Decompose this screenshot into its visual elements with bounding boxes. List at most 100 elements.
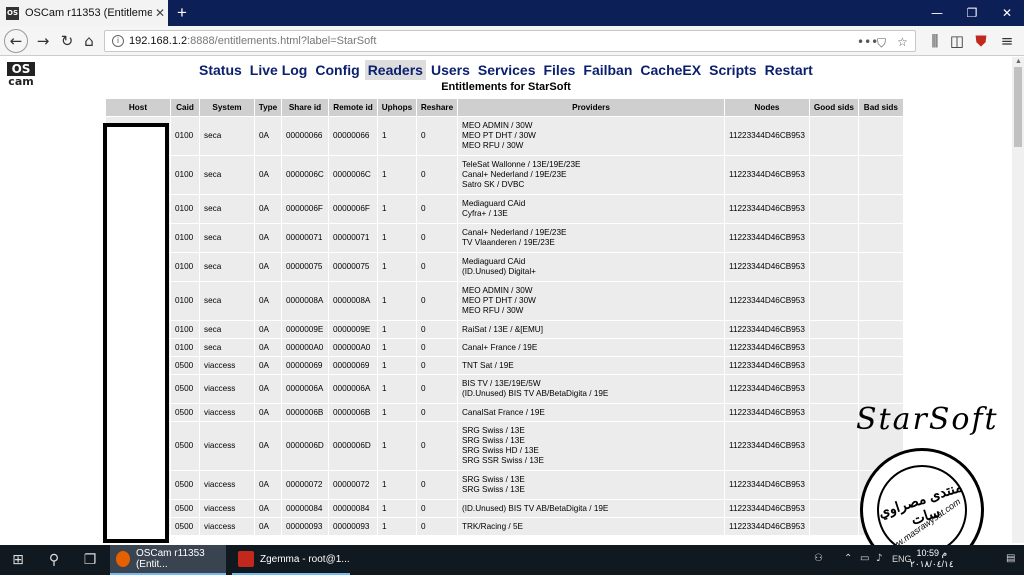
people-icon[interactable]: ⚇	[814, 553, 823, 564]
cell-good-sids	[809, 224, 858, 252]
page-scrollbar[interactable]: ▲	[1012, 57, 1024, 543]
cell-providers: TNT Sat / 19E	[458, 357, 724, 374]
cell-reshare: 0	[417, 404, 457, 421]
cell-bad-sids	[858, 117, 903, 155]
column-header-system: System	[200, 99, 254, 116]
cell-good-sids	[809, 357, 858, 374]
cell-caid: 0100	[171, 224, 199, 252]
pocket-icon[interactable]: ⛉	[877, 33, 886, 53]
provider-line: Canal+ France / 19E	[462, 342, 538, 352]
back-button[interactable]: ←	[4, 29, 28, 53]
forward-button[interactable]: →	[32, 29, 54, 53]
table-header-row: Host Caid System Type Share id Remote id Uphop…	[106, 99, 903, 116]
cell-uphops: 1	[378, 422, 416, 470]
provider-line: MEO PT DHT / 30W	[462, 296, 536, 305]
cell-remote: 00000069	[329, 357, 377, 374]
menu-item-cacheex[interactable]: CacheEX	[637, 60, 704, 80]
menu-item-services[interactable]: Services	[475, 60, 539, 80]
cell-good-sids	[809, 253, 858, 281]
cell-providers: Canal+ Nederland / 19E/23E TV Vlaanderen …	[458, 224, 724, 252]
table-row: 0100 seca 0A 0000008A 0000008A 1 0 MEO ADMIN / …	[106, 282, 903, 320]
cell-caid: 0100	[171, 195, 199, 223]
cell-reshare: 0	[417, 321, 457, 338]
scrollbar-thumb[interactable]	[1014, 67, 1022, 147]
provider-line: Canal+ Nederland / 19E/23E	[462, 228, 567, 237]
search-icon[interactable]: ⚲	[36, 545, 72, 575]
cell-nodes: 11223344D46CB953	[725, 253, 809, 281]
menu-item-readers[interactable]: Readers	[364, 60, 426, 80]
column-header-remote-id: Remote id	[329, 99, 377, 116]
tray-overflow-icon[interactable]: ⌃	[844, 553, 852, 564]
minimize-button[interactable]: —	[920, 0, 954, 26]
menu-item-config[interactable]: Config	[312, 60, 362, 80]
task-view-icon[interactable]: ❐	[72, 545, 108, 575]
cell-system: viaccess	[200, 404, 254, 421]
sidebar-icon[interactable]: ◫	[946, 29, 968, 53]
home-button[interactable]: ⌂	[78, 29, 100, 53]
cell-nodes: 11223344D46CB953	[725, 404, 809, 421]
cell-reshare: 0	[417, 282, 457, 320]
page-actions-button[interactable]: •••	[857, 32, 878, 52]
scroll-up-icon[interactable]: ▲	[1015, 58, 1022, 65]
provider-line: BIS TV / 13E/19E/5W	[462, 379, 541, 388]
provider-line: SRG Swiss / 13E	[462, 485, 525, 494]
volume-icon[interactable]: ♪	[876, 553, 882, 564]
tab-close-button[interactable]: ✕	[152, 6, 168, 20]
cell-uphops: 1	[378, 117, 416, 155]
cell-uphops: 1	[378, 282, 416, 320]
cell-share: 00000071	[282, 224, 328, 252]
cell-caid: 0500	[171, 404, 199, 421]
close-window-button[interactable]: ✕	[990, 0, 1024, 26]
cell-nodes: 11223344D46CB953	[725, 471, 809, 499]
language-indicator[interactable]: ENG	[892, 554, 912, 564]
browser-tab[interactable]: OS OSCam r11353 (Entitlements) ✕	[0, 0, 168, 26]
windows-start-icon[interactable]: ⊞	[0, 545, 36, 575]
menu-item-live-log[interactable]: Live Log	[247, 60, 311, 80]
cell-remote: 00000066	[329, 117, 377, 155]
clock[interactable]: 10:59 م ٢٠١٨/٠٤/١٤	[910, 548, 954, 570]
cell-bad-sids	[858, 357, 903, 374]
column-header-good-sids: Good sids	[809, 99, 858, 116]
menu-icon[interactable]: ≡	[996, 29, 1018, 53]
taskbar-app-firefox[interactable]: OSCam r11353 (Entit...	[110, 545, 226, 575]
cell-good-sids	[809, 339, 858, 356]
provider-line: MEO ADMIN / 30W	[462, 286, 533, 295]
menu-item-users[interactable]: Users	[428, 60, 473, 80]
network-icon[interactable]: ▭	[860, 553, 869, 564]
provider-line: TeleSat Wallonne / 13E/19E/23E	[462, 160, 581, 169]
provider-line: SRG SSR Swiss / 13E	[462, 456, 544, 465]
notifications-icon[interactable]: ▤	[1006, 553, 1015, 564]
menu-item-files[interactable]: Files	[540, 60, 578, 80]
cell-nodes: 11223344D46CB953	[725, 518, 809, 535]
maximize-button[interactable]: ❐	[955, 0, 989, 26]
reload-button[interactable]: ↻	[56, 29, 78, 53]
entitlements-table: Host Caid System Type Share id Remote id Uphop…	[105, 98, 904, 536]
new-tab-button[interactable]: +	[172, 2, 192, 24]
cell-remote: 0000006F	[329, 195, 377, 223]
library-icon[interactable]: ⫼	[924, 29, 946, 53]
cell-providers: SRG Swiss / 13E SRG Swiss / 13E SRG Swiss …	[458, 422, 724, 470]
cell-providers: CanalSat France / 19E	[458, 404, 724, 421]
bookmark-star-icon[interactable]: ☆	[897, 32, 908, 52]
cell-caid: 0500	[171, 500, 199, 517]
column-header-bad-sids: Bad sids	[858, 99, 903, 116]
menu-item-restart[interactable]: Restart	[762, 60, 816, 80]
menu-item-failban[interactable]: Failban	[580, 60, 635, 80]
page-title: Entitlements for StarSoft	[441, 81, 571, 93]
provider-line: TNT Sat / 19E	[462, 360, 514, 370]
provider-line: Mediaguard CAid	[462, 257, 526, 266]
taskbar-app-filezilla[interactable]: Zgemma - root@1...	[232, 545, 350, 575]
menu-item-status[interactable]: Status	[196, 60, 245, 80]
cell-bad-sids	[858, 471, 903, 499]
cell-share: 000000A0	[282, 339, 328, 356]
site-info-icon[interactable]: i	[112, 35, 124, 47]
cell-system: viaccess	[200, 357, 254, 374]
menu-item-scripts[interactable]: Scripts	[706, 60, 759, 80]
cell-nodes: 11223344D46CB953	[725, 357, 809, 374]
ublock-icon[interactable]: ⛊	[970, 29, 992, 53]
cell-share: 00000066	[282, 117, 328, 155]
table-row: 0100 seca 0A 00000075 00000075 1 0 Mediaguard C…	[106, 253, 903, 281]
cell-good-sids	[809, 375, 858, 403]
url-bar[interactable]: i 192.168.1.2:8888/entitlements.html?lab…	[104, 30, 916, 52]
cell-uphops: 1	[378, 195, 416, 223]
